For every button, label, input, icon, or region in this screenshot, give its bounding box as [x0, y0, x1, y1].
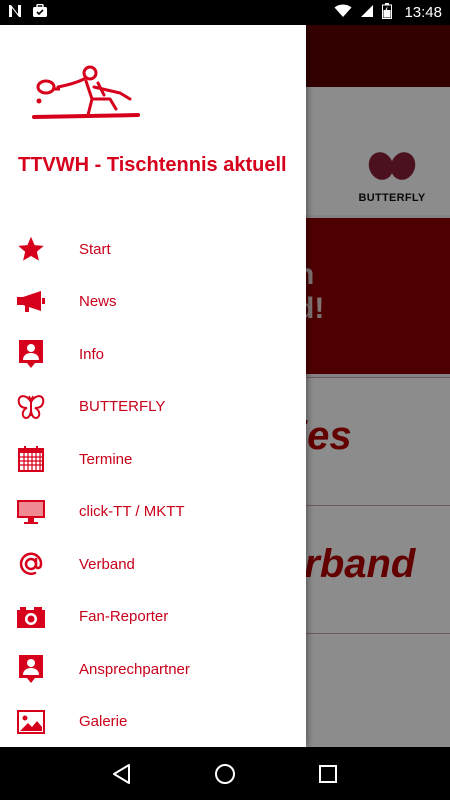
home-icon[interactable] — [205, 754, 245, 794]
contact-icon — [16, 339, 46, 369]
menu-item-label: Ansprechpartner — [79, 660, 190, 678]
menu-item-termine[interactable]: Termine — [0, 433, 306, 486]
butterfly-icon — [16, 392, 46, 422]
monitor-icon — [16, 497, 46, 527]
at-icon — [16, 549, 46, 579]
menu-item-label: BUTTERFLY — [79, 398, 166, 416]
drawer-header: TTVWH - Tischtennis aktuell — [0, 25, 306, 215]
table-tennis-player-logo — [30, 65, 142, 128]
status-time: 13:48 — [404, 4, 442, 21]
image-icon — [16, 707, 46, 737]
menu-item-verband[interactable]: Verband — [0, 538, 306, 591]
menu-item-click-tt[interactable]: click-TT / MKTT — [0, 486, 306, 539]
drawer-title: TTVWH - Tischtennis aktuell — [18, 154, 287, 176]
menu-item-butterfly[interactable]: BUTTERFLY — [0, 381, 306, 434]
system-nav-bar — [0, 747, 450, 800]
megaphone-icon — [16, 287, 46, 317]
contact-icon — [16, 654, 46, 684]
menu-item-label: Verband — [79, 555, 135, 573]
drawer-menu: Start News Info BUTTERFLY Termine click-… — [0, 223, 306, 748]
recents-icon[interactable] — [308, 754, 348, 794]
menu-item-label: Start — [79, 240, 111, 258]
menu-item-start[interactable]: Start — [0, 223, 306, 276]
wifi-icon — [334, 4, 352, 21]
menu-item-label: Galerie — [79, 713, 128, 731]
menu-item-news[interactable]: News — [0, 276, 306, 329]
camera-icon — [16, 602, 46, 632]
back-icon[interactable] — [102, 754, 142, 794]
battery-icon — [382, 3, 393, 22]
menu-item-label: Fan-Reporter — [79, 608, 169, 626]
briefcase-icon — [32, 3, 48, 21]
menu-item-info[interactable]: Info — [0, 328, 306, 381]
menu-item-ansprechpartner[interactable]: Ansprechpartner — [0, 643, 306, 696]
status-bar: 13:48 — [0, 0, 450, 25]
calendar-icon — [16, 444, 46, 474]
n-icon — [8, 4, 22, 21]
menu-item-label: click-TT / MKTT — [79, 503, 185, 521]
menu-item-label: Termine — [79, 450, 133, 468]
star-icon — [16, 234, 46, 264]
menu-item-label: Info — [79, 345, 105, 363]
menu-item-galerie[interactable]: Galerie — [0, 696, 306, 749]
menu-item-fan-reporter[interactable]: Fan-Reporter — [0, 591, 306, 644]
menu-item-label: News — [79, 293, 117, 311]
navigation-drawer: TTVWH - Tischtennis aktuell Start News I… — [0, 25, 306, 747]
signal-icon — [360, 4, 374, 21]
